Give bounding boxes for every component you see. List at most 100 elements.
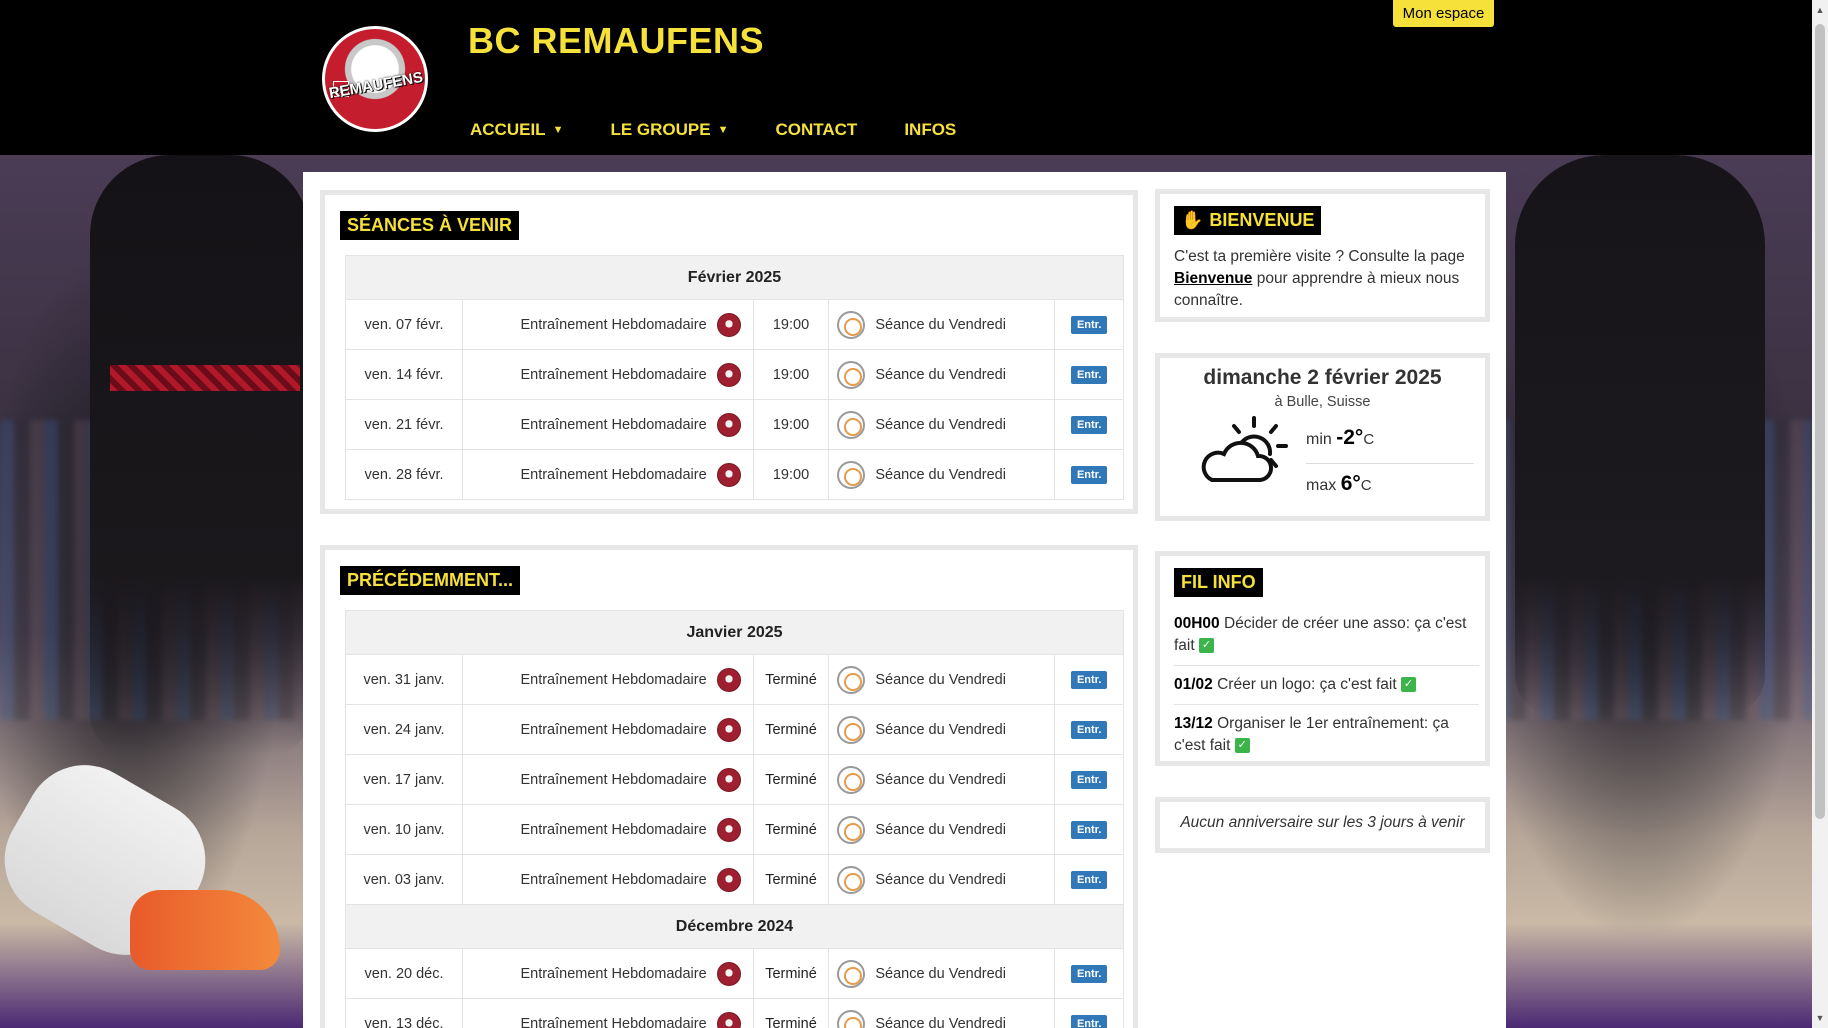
checkmark-icon: ✓ bbox=[1234, 738, 1250, 754]
nav-item-le-groupe[interactable]: LE GROUPE ▼ bbox=[610, 120, 728, 140]
desc-label: Séance du Vendredi bbox=[875, 1015, 1006, 1028]
session-event[interactable]: Entraînement Hebdomadaire bbox=[462, 704, 754, 755]
team-logo-icon bbox=[716, 667, 741, 692]
session-desc: Séance du Vendredi bbox=[828, 804, 1056, 855]
news-item: 00H00 Décider de créer une asso: ça c'es… bbox=[1174, 611, 1479, 666]
desc-label: Séance du Vendredi bbox=[875, 416, 1006, 433]
table-row[interactable]: ven. 31 janv. Entraînement Hebdomadaire … bbox=[344, 654, 1124, 705]
desc-label: Séance du Vendredi bbox=[875, 965, 1006, 982]
session-tag-cell: Entr. bbox=[1054, 704, 1124, 755]
session-event[interactable]: Entraînement Hebdomadaire bbox=[462, 399, 754, 450]
session-date: ven. 07 févr. bbox=[344, 299, 464, 350]
training-badge[interactable]: Entr. bbox=[1070, 820, 1108, 839]
month-header: Février 2025 bbox=[345, 255, 1124, 300]
jersey-stripe bbox=[110, 365, 300, 391]
training-badge[interactable]: Entr. bbox=[1070, 870, 1108, 889]
session-desc: Séance du Vendredi bbox=[828, 349, 1056, 400]
session-date: ven. 31 janv. bbox=[344, 654, 464, 705]
desc-label: Séance du Vendredi bbox=[875, 871, 1006, 888]
training-badge[interactable]: Entr. bbox=[1070, 720, 1108, 739]
session-desc: Séance du Vendredi bbox=[828, 998, 1056, 1028]
panel-title: FIL INFO bbox=[1174, 568, 1263, 597]
club-logo[interactable]: + REMAUFENS bbox=[322, 26, 428, 132]
table-row[interactable]: ven. 13 déc. Entraînement Hebdomadaire T… bbox=[344, 998, 1124, 1028]
welcome-title: BIENVENUE bbox=[1209, 210, 1315, 230]
scroll-down-icon[interactable]: ▼ bbox=[1812, 1010, 1828, 1026]
welcome-panel: ✋ BIENVENUE C'est ta première visite ? Co… bbox=[1155, 189, 1490, 322]
weather-max: max 6°C bbox=[1306, 472, 1372, 496]
table-row[interactable]: ven. 28 févr. Entraînement Hebdomadaire … bbox=[344, 449, 1124, 500]
desc-label: Séance du Vendredi bbox=[875, 821, 1006, 838]
session-event[interactable]: Entraînement Hebdomadaire bbox=[462, 948, 754, 999]
session-event[interactable]: Entraînement Hebdomadaire bbox=[462, 998, 754, 1028]
team-logo-icon bbox=[716, 961, 741, 986]
news-time: 01/02 bbox=[1174, 676, 1213, 693]
chevron-down-icon: ▼ bbox=[552, 124, 564, 136]
team-logo-icon bbox=[716, 312, 741, 337]
nav-label: CONTACT bbox=[775, 120, 858, 139]
session-desc: Séance du Vendredi bbox=[828, 399, 1056, 450]
my-space-button[interactable]: Mon espace bbox=[1393, 0, 1494, 27]
welcome-link[interactable]: Bienvenue bbox=[1174, 270, 1252, 287]
nav-item-infos[interactable]: INFOS bbox=[904, 120, 956, 140]
session-event[interactable]: Entraînement Hebdomadaire bbox=[462, 654, 754, 705]
basketball-icon bbox=[837, 310, 866, 339]
nav-item-accueil[interactable]: ACCUEIL ▼ bbox=[470, 120, 563, 140]
site-title[interactable]: BC REMAUFENS bbox=[468, 20, 764, 62]
nav-item-contact[interactable]: CONTACT bbox=[775, 120, 857, 140]
event-label: Entraînement Hebdomadaire bbox=[520, 416, 707, 433]
training-badge[interactable]: Entr. bbox=[1070, 315, 1108, 334]
table-row[interactable]: ven. 24 janv. Entraînement Hebdomadaire … bbox=[344, 704, 1124, 755]
news-feed-panel: FIL INFO 00H00 Décider de créer une asso… bbox=[1155, 551, 1490, 766]
page-scrollbar[interactable]: ▲ ▼ bbox=[1812, 0, 1828, 1028]
session-date: ven. 03 janv. bbox=[344, 854, 464, 905]
basketball-icon bbox=[837, 665, 866, 694]
training-badge[interactable]: Entr. bbox=[1070, 670, 1108, 689]
session-date: ven. 14 févr. bbox=[344, 349, 464, 400]
previous-sessions-panel: PRÉCÉDEMMENT... Janvier 2025 ven. 31 jan… bbox=[320, 545, 1138, 1028]
table-row[interactable]: ven. 20 déc. Entraînement Hebdomadaire T… bbox=[344, 948, 1124, 999]
table-row[interactable]: ven. 17 janv. Entraînement Hebdomadaire … bbox=[344, 754, 1124, 805]
team-logo-icon bbox=[716, 867, 741, 892]
session-desc: Séance du Vendredi bbox=[828, 449, 1056, 500]
site-header: + REMAUFENS BC REMAUFENS Mon espace ACCU… bbox=[0, 0, 1812, 155]
session-desc: Séance du Vendredi bbox=[828, 754, 1056, 805]
divider bbox=[1306, 463, 1474, 464]
training-badge[interactable]: Entr. bbox=[1070, 365, 1108, 384]
checkmark-icon: ✓ bbox=[1198, 638, 1214, 654]
session-event[interactable]: Entraînement Hebdomadaire bbox=[462, 349, 754, 400]
team-logo-icon bbox=[716, 362, 741, 387]
session-status: Terminé bbox=[752, 804, 830, 855]
table-row[interactable]: ven. 21 févr. Entraînement Hebdomadaire … bbox=[344, 399, 1124, 450]
panel-title: SÉANCES À VENIR bbox=[340, 211, 520, 240]
scrollbar-thumb[interactable] bbox=[1815, 24, 1825, 819]
session-event[interactable]: Entraînement Hebdomadaire bbox=[462, 299, 754, 350]
session-event[interactable]: Entraînement Hebdomadaire bbox=[462, 449, 754, 500]
panel-title: PRÉCÉDEMMENT... bbox=[340, 566, 521, 595]
session-tag-cell: Entr. bbox=[1054, 948, 1124, 999]
table-row[interactable]: ven. 10 janv. Entraînement Hebdomadaire … bbox=[344, 804, 1124, 855]
partly-cloudy-icon bbox=[1201, 416, 1288, 482]
session-status: Terminé bbox=[752, 704, 830, 755]
table-row[interactable]: ven. 14 févr. Entraînement Hebdomadaire … bbox=[344, 349, 1124, 400]
session-event[interactable]: Entraînement Hebdomadaire bbox=[462, 754, 754, 805]
table-row[interactable]: ven. 03 janv. Entraînement Hebdomadaire … bbox=[344, 854, 1124, 905]
event-label: Entraînement Hebdomadaire bbox=[520, 316, 707, 333]
table-row[interactable]: ven. 07 févr. Entraînement Hebdomadaire … bbox=[344, 299, 1124, 350]
birthdays-panel: Aucun anniversaire sur les 3 jours à ven… bbox=[1155, 797, 1490, 853]
training-badge[interactable]: Entr. bbox=[1070, 770, 1108, 789]
training-badge[interactable]: Entr. bbox=[1070, 465, 1108, 484]
training-badge[interactable]: Entr. bbox=[1070, 964, 1108, 983]
news-time: 00H00 bbox=[1174, 615, 1220, 632]
training-badge[interactable]: Entr. bbox=[1070, 1014, 1108, 1028]
session-event[interactable]: Entraînement Hebdomadaire bbox=[462, 804, 754, 855]
session-event[interactable]: Entraînement Hebdomadaire bbox=[462, 854, 754, 905]
news-item: 01/02 Créer un logo: ça c'est fait ✓ bbox=[1174, 672, 1479, 705]
background-player-left bbox=[90, 155, 310, 755]
basketball-icon bbox=[837, 360, 866, 389]
session-tag-cell: Entr. bbox=[1054, 854, 1124, 905]
training-badge[interactable]: Entr. bbox=[1070, 415, 1108, 434]
session-time: 19:00 bbox=[752, 399, 830, 450]
basketball-icon bbox=[837, 410, 866, 439]
scroll-up-icon[interactable]: ▲ bbox=[1812, 2, 1828, 18]
